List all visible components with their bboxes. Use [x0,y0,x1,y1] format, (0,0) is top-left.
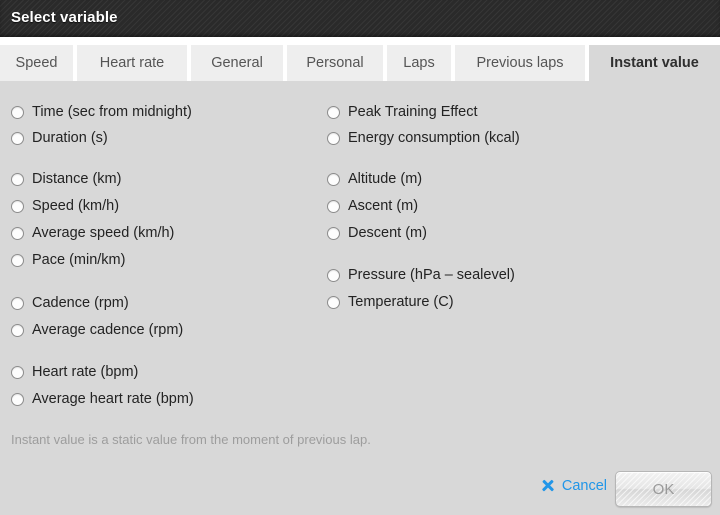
radio-option-label: Descent (m) [348,225,427,241]
tab-label: Personal [306,55,364,71]
select-variable-dialog: Select variable Speed Heart rate General Pe… [0,0,720,515]
radio-option-label: Duration (s) [32,130,108,146]
tab-instant-value[interactable]: Instant value [589,45,720,81]
radio-button-icon[interactable] [11,296,24,310]
tab-laps[interactable]: Laps [387,45,451,81]
radio-option-label: Time (sec from midnight) [32,104,192,120]
radio-option[interactable]: Descent (m) [327,223,427,243]
radio-button-icon[interactable] [327,172,340,186]
radio-option[interactable]: Peak Training Effect [327,102,478,122]
radio-button-icon[interactable] [327,268,340,282]
tab-personal[interactable]: Personal [287,45,383,81]
radio-button-icon[interactable] [11,253,24,267]
dialog-titlebar: Select variable [0,0,720,37]
radio-option-label: Pace (min/km) [32,252,126,268]
radio-button-icon[interactable] [11,199,24,213]
ok-label: OK [652,480,675,498]
radio-button-icon[interactable] [327,131,340,145]
dialog-content: Time (sec from midnight) Duration (s) Dist… [0,81,720,515]
cancel-button[interactable]: Cancel [541,478,607,494]
radio-option-label: Distance (km) [32,171,122,187]
dialog-title: Select variable [11,9,118,26]
radio-option[interactable]: Distance (km) [11,169,121,189]
radio-option[interactable]: Average speed (km/h) [11,223,174,243]
radio-option-label: Pressure (hPa – sealevel) [348,267,515,283]
dialog-footer: Cancel OK [0,470,720,515]
radio-button-icon[interactable] [11,392,24,406]
radio-button-icon[interactable] [11,105,24,119]
radio-option-label: Temperature (C) [348,294,454,310]
radio-button-icon[interactable] [327,199,340,213]
radio-option[interactable]: Speed (km/h) [11,196,119,216]
radio-option[interactable]: Altitude (m) [327,169,422,189]
radio-option[interactable]: Heart rate (bpm) [11,362,138,382]
radio-button-icon[interactable] [327,295,340,309]
radio-option[interactable]: Pressure (hPa – sealevel) [327,265,515,285]
radio-option[interactable]: Duration (s) [11,128,108,148]
tab-label: General [211,55,263,71]
radio-option-label: Cadence (rpm) [32,295,129,311]
radio-option-label: Peak Training Effect [348,104,478,120]
tab-label: Previous laps [476,55,564,71]
radio-button-icon[interactable] [11,226,24,240]
radio-button-icon[interactable] [11,323,24,337]
radio-option[interactable]: Ascent (m) [327,196,418,216]
cancel-label: Cancel [561,478,607,494]
tab-speed[interactable]: Speed [0,45,73,81]
tab-label: Laps [403,55,435,71]
radio-button-icon[interactable] [11,131,24,145]
radio-button-icon[interactable] [11,172,24,186]
radio-button-icon[interactable] [327,226,340,240]
radio-button-icon[interactable] [11,365,24,379]
radio-button-icon[interactable] [327,105,340,119]
tab-label: Heart rate [99,55,165,71]
radio-option[interactable]: Energy consumption (kcal) [327,128,520,148]
tab-label: Instant value [610,55,699,71]
radio-option-label: Altitude (m) [348,171,423,187]
radio-option-label: Energy consumption (kcal) [348,130,520,146]
radio-option-label: Average heart rate (bpm) [32,391,194,407]
radio-option-label: Heart rate (bpm) [32,364,139,380]
tab-general[interactable]: General [191,45,283,81]
ok-button[interactable]: OK [615,471,712,507]
close-x-icon [541,479,555,493]
tab-bar: Speed Heart rate General Personal Laps Previo… [0,37,720,81]
radio-option[interactable]: Average cadence (rpm) [11,320,183,340]
hint-text: Instant value is a static value from the… [11,432,371,447]
radio-option[interactable]: Cadence (rpm) [11,293,129,313]
radio-option[interactable]: Pace (min/km) [11,250,125,270]
radio-option-label: Ascent (m) [348,198,419,214]
radio-option[interactable]: Average heart rate (bpm) [11,389,194,409]
radio-option-label: Speed (km/h) [32,198,120,214]
tab-previous-laps[interactable]: Previous laps [455,45,585,81]
radio-option-label: Average speed (km/h) [32,225,175,241]
tab-label: Speed [15,55,58,71]
radio-option[interactable]: Temperature (C) [327,292,454,312]
radio-option[interactable]: Time (sec from midnight) [11,102,192,122]
radio-option-label: Average cadence (rpm) [32,322,184,338]
tab-heart-rate[interactable]: Heart rate [77,45,187,81]
